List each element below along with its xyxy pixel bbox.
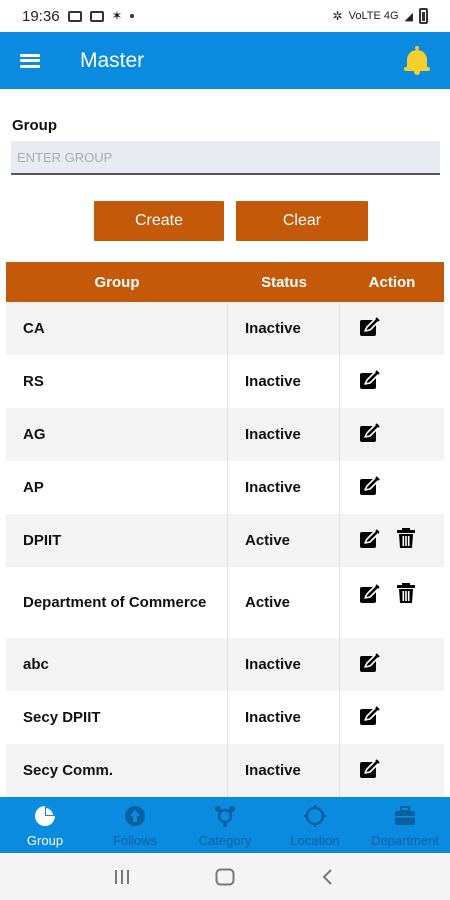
battery-icon xyxy=(419,8,428,24)
edit-icon[interactable] xyxy=(359,757,381,779)
network-indicator: VoLTE 4G xyxy=(348,10,399,22)
bottom-navigation: Group Follows Category Location Department xyxy=(0,797,450,853)
action-cell xyxy=(340,355,444,408)
group-cell: DPIIT xyxy=(6,514,228,567)
status-cell: Inactive xyxy=(228,461,340,514)
gallery-notification-icon xyxy=(67,10,82,22)
create-button[interactable]: Create xyxy=(94,201,224,241)
table-row: Secy Comm. Inactive xyxy=(6,744,444,797)
action-cell xyxy=(340,408,444,461)
clear-button[interactable]: Clear xyxy=(236,201,368,241)
delete-icon[interactable] xyxy=(395,527,417,549)
app-bar: Master xyxy=(0,32,450,89)
status-left: 19:36 ✶ xyxy=(22,7,135,25)
page-title: Master xyxy=(80,48,145,72)
table-row: Secy DPIIT Inactive xyxy=(6,691,444,744)
table-row: RS Inactive xyxy=(6,355,444,408)
group-input[interactable] xyxy=(11,141,440,175)
action-cell xyxy=(340,744,444,797)
nav-item-label: Department xyxy=(371,833,439,848)
group-table: Group Status Action CA Inactive RS Inactive… xyxy=(6,262,444,797)
nav-item-location[interactable]: Location xyxy=(270,797,360,853)
app-notification-icon: ✶ xyxy=(111,8,123,23)
back-icon[interactable] xyxy=(313,862,343,892)
table-row: Department of Commerce Active xyxy=(6,567,444,638)
news-notification-icon xyxy=(89,10,104,22)
edit-icon[interactable] xyxy=(359,315,381,337)
nav-item-label: Category xyxy=(198,833,252,848)
recent-apps-icon[interactable] xyxy=(107,862,137,892)
edit-icon[interactable] xyxy=(359,527,381,549)
table-row: AP Inactive xyxy=(6,461,444,514)
status-cell: Active xyxy=(228,567,340,638)
group-cell: Secy Comm. xyxy=(6,744,228,797)
edit-icon[interactable] xyxy=(359,582,381,604)
table-row: CA Inactive xyxy=(6,302,444,355)
briefcase-icon xyxy=(394,805,416,833)
group-cell: RS xyxy=(6,355,228,408)
status-time: 19:36 xyxy=(22,7,60,25)
status-cell: Inactive xyxy=(228,355,340,408)
action-cell xyxy=(340,514,444,567)
group-cell: Secy DPIIT xyxy=(6,691,228,744)
status-cell: Inactive xyxy=(228,638,340,691)
edit-icon[interactable] xyxy=(359,368,381,390)
nav-item-follows[interactable]: Follows xyxy=(90,797,180,853)
location-icon xyxy=(304,805,326,833)
status-bar: 19:36 ✶ ✲ VoLTE 4G ◢ xyxy=(0,0,450,32)
arrow-up-circle-icon xyxy=(124,805,146,833)
hamburger-menu-icon[interactable] xyxy=(20,53,40,68)
group-cell: AG xyxy=(6,408,228,461)
table-row: abc Inactive xyxy=(6,638,444,691)
header-action: Action xyxy=(368,273,416,291)
signal-icon: ◢ xyxy=(404,10,413,23)
bluetooth-icon: ✲ xyxy=(332,9,343,23)
status-cell: Inactive xyxy=(228,302,340,355)
more-notifications-icon xyxy=(130,14,135,18)
table-body: CA Inactive RS Inactive AG Inactive AP Inactive… xyxy=(6,302,444,797)
table-header: Group Status Action xyxy=(6,262,444,302)
edit-icon[interactable] xyxy=(359,704,381,726)
nav-item-category[interactable]: Category xyxy=(180,797,270,853)
edit-icon[interactable] xyxy=(359,421,381,443)
edit-icon[interactable] xyxy=(359,474,381,496)
table-row: DPIIT Active xyxy=(6,514,444,567)
group-cell: Department of Commerce xyxy=(6,567,228,638)
group-field-label: Group xyxy=(12,117,57,134)
action-cell xyxy=(340,638,444,691)
group-cell: abc xyxy=(6,638,228,691)
status-cell: Active xyxy=(228,514,340,567)
nav-item-group[interactable]: Group xyxy=(0,797,90,853)
edit-icon[interactable] xyxy=(359,651,381,673)
action-cell xyxy=(340,567,444,638)
category-icon xyxy=(214,805,236,833)
table-row: AG Inactive xyxy=(6,408,444,461)
nav-item-label: Location xyxy=(290,833,340,848)
nav-item-label: Group xyxy=(26,833,64,848)
status-right: ✲ VoLTE 4G ◢ xyxy=(333,8,428,24)
action-cell xyxy=(340,461,444,514)
bell-icon[interactable] xyxy=(404,45,430,76)
group-cell: CA xyxy=(6,302,228,355)
home-icon[interactable] xyxy=(210,862,240,892)
action-cell xyxy=(340,302,444,355)
header-group: Group xyxy=(94,273,140,291)
status-cell: Inactive xyxy=(228,744,340,797)
status-cell: Inactive xyxy=(228,691,340,744)
nav-item-department[interactable]: Department xyxy=(360,797,450,853)
nav-item-label: Follows xyxy=(112,833,158,848)
delete-icon[interactable] xyxy=(395,582,417,604)
system-navigation-bar xyxy=(0,853,450,900)
action-cell xyxy=(340,691,444,744)
header-status: Status xyxy=(261,273,307,291)
status-cell: Inactive xyxy=(228,408,340,461)
group-cell: AP xyxy=(6,461,228,514)
pie-chart-icon xyxy=(34,805,56,833)
